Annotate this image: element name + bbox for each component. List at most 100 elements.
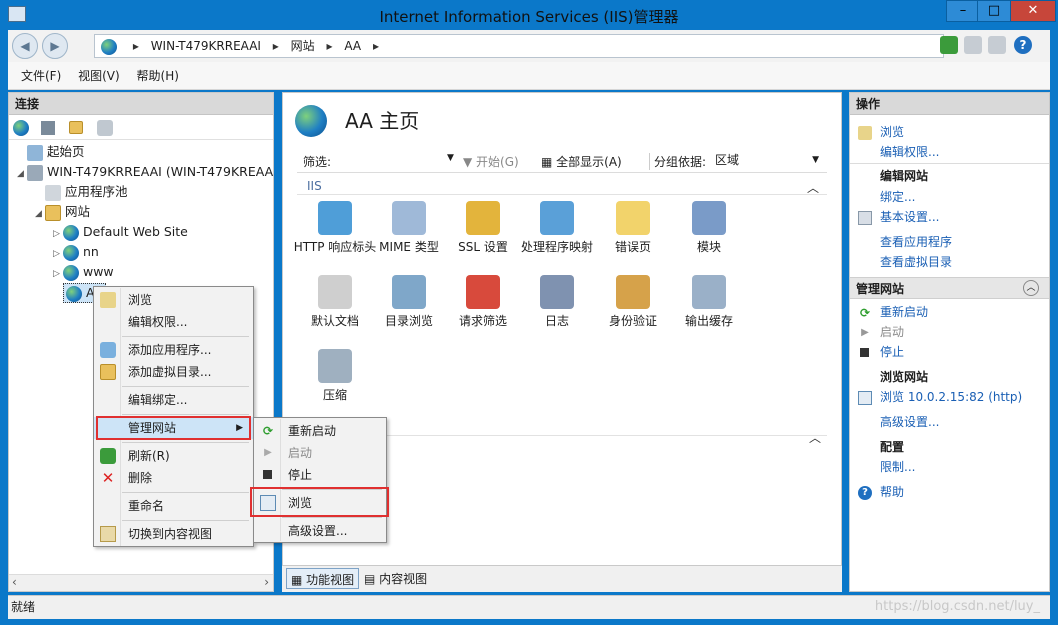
action-view-apps[interactable]: 查看应用程序 (880, 233, 952, 251)
connect-icon[interactable] (13, 120, 29, 136)
action-bindings[interactable]: 绑定... (880, 188, 915, 206)
ctx-switch-content-view[interactable]: 切换到内容视图 (94, 523, 253, 545)
start-filter-button[interactable]: ▼ 开始(G) (463, 153, 519, 170)
breadcrumb[interactable]: ▸ WIN-T479KRREAAI ▸ 网站 ▸ AA ▸ (94, 34, 944, 58)
show-all-button[interactable]: ▦ 全部显示(A) (541, 153, 622, 170)
maximize-button[interactable]: □ (977, 0, 1011, 22)
menu-file[interactable]: 文件(F) (21, 62, 61, 90)
help-icon[interactable]: ? (1014, 36, 1032, 54)
title-bar: Internet Information Services (IIS)管理器 –… (0, 0, 1058, 30)
ctx-browse[interactable]: 浏览 (94, 289, 253, 311)
collapse-icon[interactable]: ︿ (809, 429, 821, 446)
back-button[interactable]: ◀ (12, 33, 38, 59)
refresh-icon[interactable] (940, 36, 958, 54)
ctx-add-application[interactable]: 添加应用程序... (94, 339, 253, 361)
tree-sites[interactable]: ◢ 网站 (35, 203, 90, 223)
groupby-select[interactable]: 区域 ▼ (713, 150, 823, 170)
up-folder-icon[interactable] (69, 121, 83, 134)
feature-label: 处理程序映射 (520, 240, 593, 254)
feature-authentication[interactable]: 身份验证 (590, 275, 676, 330)
tree-default-site[interactable]: ▷ Default Web Site (53, 223, 188, 243)
feature-logging[interactable]: 日志 (514, 275, 600, 330)
feature-error-pages[interactable]: 错误页 (590, 201, 676, 256)
breadcrumb-sep: ▸ (326, 39, 333, 53)
action-start[interactable]: ▶ 启动 (858, 323, 904, 341)
stop-icon (858, 346, 872, 360)
ctx-edit-bindings[interactable]: 编辑绑定... (94, 389, 253, 411)
sub-stop[interactable]: 停止 (254, 464, 386, 486)
feature-label: MIME 类型 (379, 240, 439, 254)
add-vdir-icon (100, 364, 116, 380)
authentication-icon (616, 275, 650, 309)
action-help[interactable]: ? 帮助 (858, 483, 904, 501)
close-button[interactable]: ✕ (1010, 0, 1056, 22)
tree-app-pools[interactable]: 应用程序池 (45, 183, 128, 201)
action-browse-url[interactable]: 浏览 10.0.2.15:82 (http) (858, 388, 1022, 406)
handler-mappings-icon (540, 201, 574, 235)
collapse-icon[interactable]: ︿ (807, 179, 819, 196)
menu-help[interactable]: 帮助(H) (137, 62, 179, 90)
feature-label: SSL 设置 (458, 240, 508, 254)
ctx-add-vdir[interactable]: 添加虚拟目录... (94, 361, 253, 383)
collapse-icon[interactable]: ︿ (1023, 280, 1039, 296)
action-advanced-settings[interactable]: 高级设置... (880, 413, 939, 431)
action-basic-settings[interactable]: 基本设置... (858, 208, 939, 226)
ctx-refresh[interactable]: 刷新(R) (94, 445, 253, 467)
action-stop[interactable]: 停止 (858, 343, 904, 361)
section-header[interactable]: IIS ︿ (297, 179, 827, 195)
filter-input[interactable] (345, 150, 457, 170)
breadcrumb-sites[interactable]: 网站 (291, 39, 315, 53)
save-icon[interactable] (41, 121, 55, 135)
stop-icon[interactable] (964, 36, 982, 54)
ctx-rename[interactable]: 重命名 (94, 495, 253, 517)
delete-icon: ✕ (101, 469, 115, 487)
breadcrumb-sep: ▸ (132, 39, 139, 53)
feature-compression[interactable]: 压缩 (292, 349, 378, 404)
tab-content-view[interactable]: ▤ 内容视图 (364, 570, 427, 587)
feature-output-caching[interactable]: 输出缓存 (666, 275, 752, 330)
filter-dropdown-arrow-icon[interactable]: ▼ (447, 153, 454, 163)
app-pool-icon (45, 184, 61, 201)
feature-handler-mappings[interactable]: 处理程序映射 (514, 201, 600, 256)
error-pages-icon (616, 201, 650, 235)
menu-view[interactable]: 视图(V) (78, 62, 120, 90)
content-view-icon (100, 526, 116, 542)
ctx-edit-permissions[interactable]: 编辑权限... (94, 311, 253, 333)
sub-advanced-settings[interactable]: 高级设置... (254, 520, 386, 542)
action-restart[interactable]: ⟳ 重新启动 (858, 303, 928, 321)
disconnect-icon[interactable] (97, 120, 113, 136)
tree-start-page[interactable]: 起始页 (27, 143, 85, 161)
tree-site-nn[interactable]: ▷ nn (53, 243, 99, 263)
tree-site-www[interactable]: ▷ www (53, 263, 114, 283)
connections-toolbar (9, 116, 273, 140)
start-icon: ▶ (861, 326, 869, 338)
modules-icon (692, 201, 726, 235)
horizontal-scrollbar[interactable]: ‹ › (9, 574, 273, 591)
breadcrumb-server[interactable]: WIN-T479KRREAAI (151, 39, 261, 53)
action-view-vdirs[interactable]: 查看虚拟目录 (880, 253, 952, 271)
sub-restart[interactable]: ⟳ 重新启动 (254, 420, 386, 442)
forward-button[interactable]: ▶ (42, 33, 68, 59)
iis-manager-window: Internet Information Services (IIS)管理器 –… (0, 0, 1058, 625)
action-edit-permissions[interactable]: 编辑权限... (880, 143, 939, 161)
feature-label: HTTP 响应标头 (293, 240, 377, 254)
ctx-delete[interactable]: ✕ 删除 (94, 467, 253, 489)
directory-browsing-icon (392, 275, 426, 309)
breadcrumb-aa[interactable]: AA (344, 39, 361, 53)
feature-label: 错误页 (614, 240, 651, 254)
action-limits[interactable]: 限制... (880, 458, 915, 476)
globe-icon (101, 38, 117, 55)
feature-label: 压缩 (322, 388, 347, 402)
feature-label: 身份验证 (608, 314, 657, 328)
minimize-button[interactable]: – (946, 0, 980, 22)
manage-site-submenu: ⟳ 重新启动 ▶ 启动 停止 浏览 高级设置... (253, 417, 387, 543)
home-icon[interactable] (988, 36, 1006, 54)
tab-features-view[interactable]: ▦ 功能视图 (286, 568, 360, 589)
divider (850, 163, 1049, 164)
sub-start[interactable]: ▶ 启动 (254, 442, 386, 464)
action-browse[interactable]: 浏览 (858, 123, 904, 141)
feature-modules[interactable]: 模块 (666, 201, 752, 256)
logging-icon (540, 275, 574, 309)
tree-server[interactable]: ◢ WIN-T479KRREAAI (WIN-T479KREAA (17, 163, 273, 183)
status-bar: 就绪 https://blog.csdn.net/luy_ (8, 595, 1050, 619)
